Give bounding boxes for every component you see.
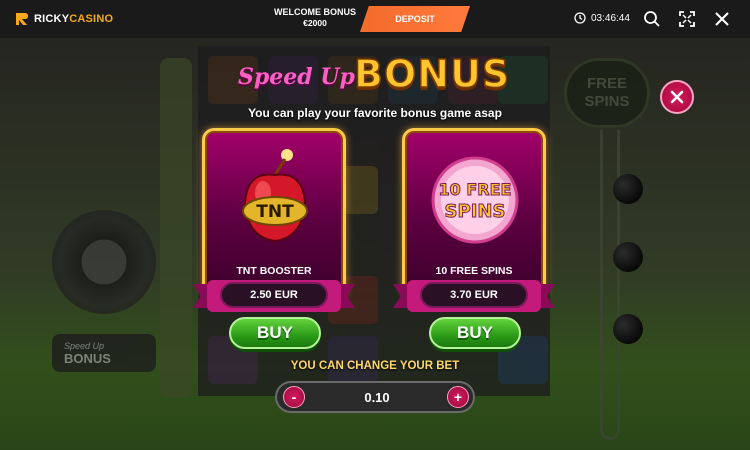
popup-title: Speed Up BONUS (230, 51, 520, 98)
tnt-apple-icon: TNT (242, 149, 308, 243)
brand-logo[interactable]: RICKYCASINO (14, 12, 113, 26)
free-spins-price: 3.70 EUR (420, 282, 528, 308)
welcome-bonus-amount: €2000 (303, 18, 327, 28)
top-bar: RICKYCASINO WELCOME BONUS €2000 DEPOSIT … (0, 0, 750, 38)
tnt-booster-card[interactable]: TNT TNT BOOSTER (202, 128, 346, 300)
deposit-button[interactable]: DEPOSIT (360, 6, 470, 32)
buy-tnt-booster-button[interactable]: BUY (229, 317, 321, 349)
buy-free-spins-button[interactable]: BUY (429, 317, 521, 349)
free-spins-card[interactable]: 10 FREE SPINS 10 FREE SPINS (402, 128, 546, 300)
clock-icon (574, 12, 586, 24)
welcome-bonus[interactable]: WELCOME BONUS €2000 (270, 7, 360, 29)
bet-stepper: - 0.10 + (275, 381, 475, 413)
bet-value: 0.10 (364, 389, 390, 405)
popup-title-bold: BONUS (353, 51, 511, 97)
close-icon[interactable] (713, 10, 731, 28)
bet-decrease-button[interactable]: - (283, 386, 305, 408)
free-spins-art-line1: 10 FREE (439, 180, 512, 199)
clock-time: 03:46:44 (591, 12, 630, 24)
popup-close-button[interactable] (660, 80, 694, 114)
session-clock: 03:46:44 (574, 12, 630, 24)
brand-name: RICKYCASINO (34, 13, 114, 25)
close-icon (670, 90, 684, 104)
tnt-art-text: TNT (256, 202, 294, 222)
bet-change-label: YOU CAN CHANGE YOUR BET (290, 360, 460, 372)
tnt-booster-label: TNT BOOSTER (236, 265, 312, 277)
bet-increase-button[interactable]: + (447, 386, 469, 408)
tnt-booster-price: 2.50 EUR (220, 282, 328, 308)
popup-title-script: Speed Up (238, 64, 355, 90)
fullscreen-icon[interactable] (678, 10, 696, 28)
ricky-logo-icon (16, 13, 28, 25)
search-icon[interactable] (643, 10, 661, 28)
free-spins-badge-icon: 10 FREE SPINS (431, 156, 519, 244)
free-spins-art-line2: SPINS (445, 201, 506, 222)
popup-subtitle: You can play your favorite bonus game as… (248, 106, 502, 120)
free-spins-label: 10 FREE SPINS (435, 265, 513, 277)
welcome-bonus-title: WELCOME BONUS (274, 7, 356, 17)
